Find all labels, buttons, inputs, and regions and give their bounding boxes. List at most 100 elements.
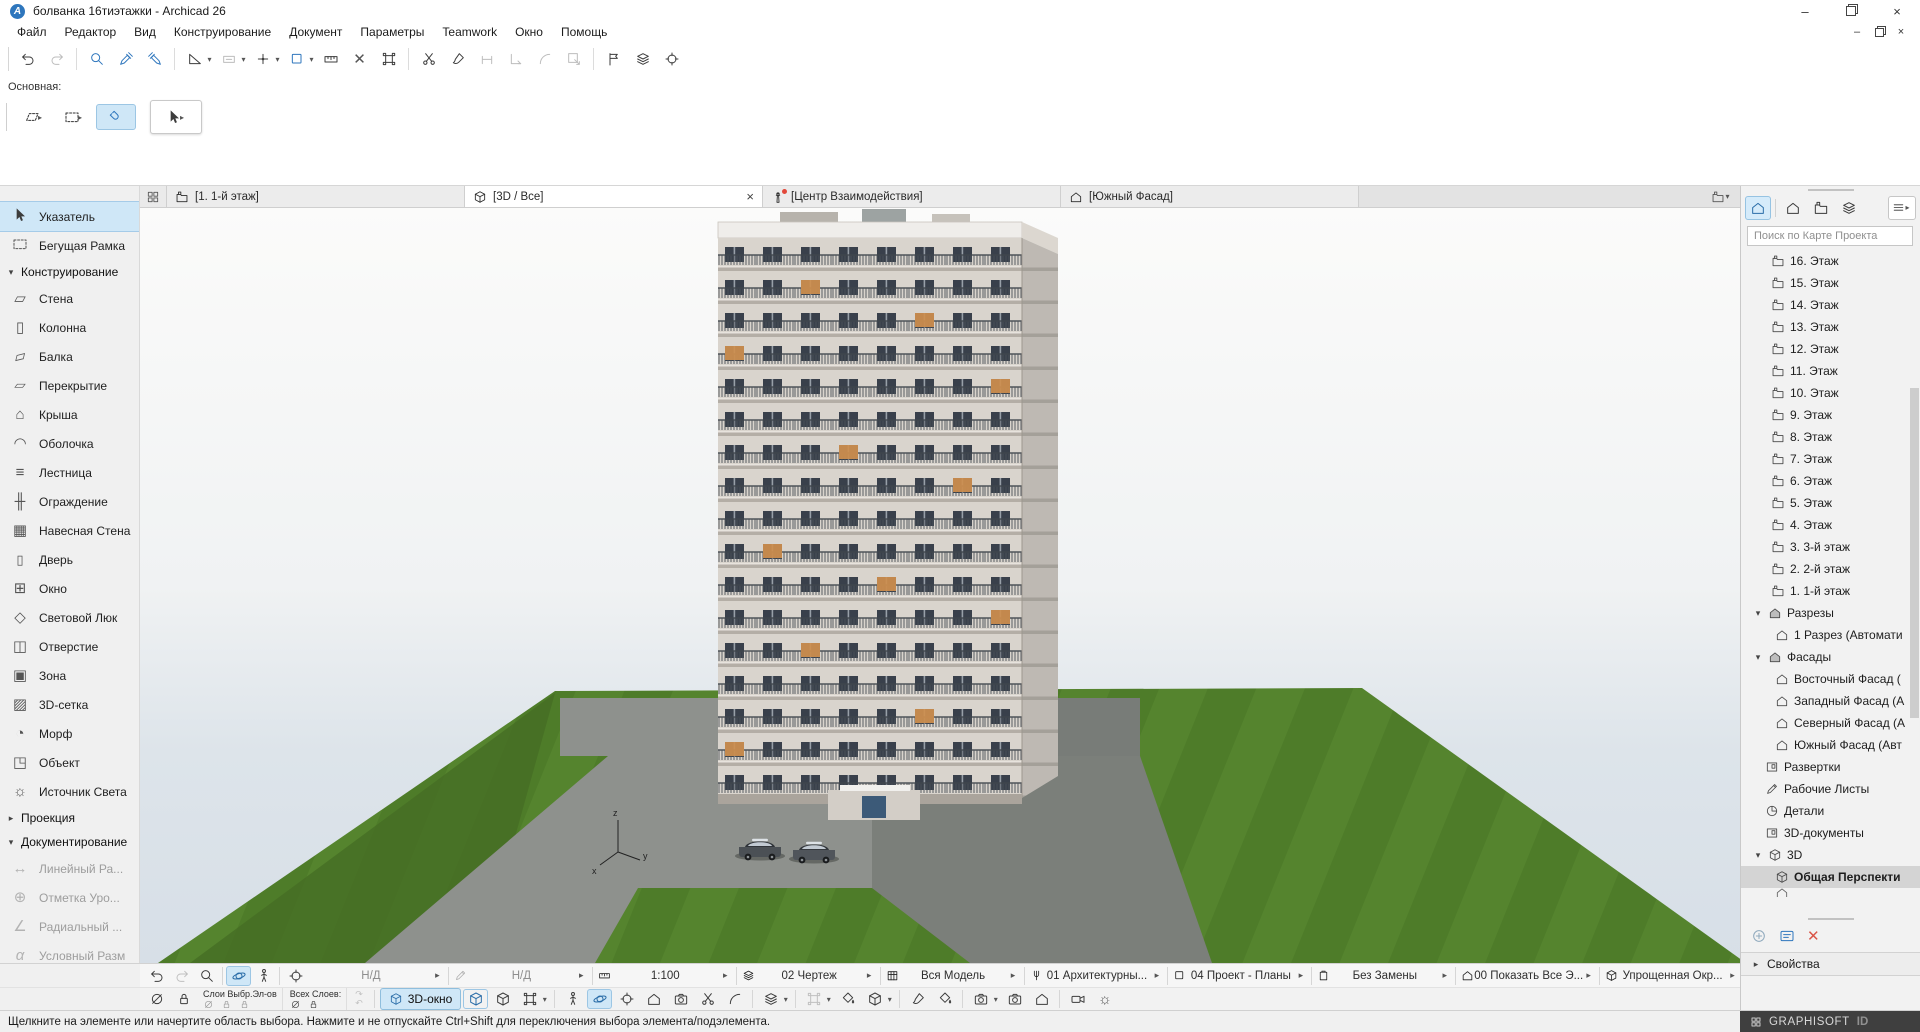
quick-option-zoom[interactable]: Н/Д▸ [308, 964, 445, 987]
menu-view[interactable]: Вид [125, 23, 165, 41]
minimize-button[interactable]: – [1782, 0, 1828, 22]
tool-marquee[interactable]: Бегущая Рамка [0, 231, 139, 260]
tool-wall[interactable]: ▱Стена [0, 284, 139, 313]
zoom-back-button[interactable] [144, 966, 169, 986]
visibility-toggle-button[interactable] [144, 989, 169, 1009]
tool-radial-dimension[interactable]: ∠Радиальный ... [0, 912, 139, 941]
tool-stair[interactable]: ≡Лестница [0, 458, 139, 487]
tool-railing[interactable]: ╫Ограждение [0, 487, 139, 516]
properties-section-header[interactable]: ▸ Свойства [1741, 952, 1920, 976]
3d-viewport[interactable]: z y x [140, 208, 1740, 963]
story-item-15[interactable]: 15. Этаж [1741, 272, 1920, 294]
pick-up-parameters-button[interactable] [111, 45, 140, 73]
virtual-trace-button[interactable] [758, 989, 783, 1009]
fillet-button[interactable] [472, 45, 501, 73]
navigator-scrollbar[interactable] [1910, 388, 1919, 718]
coordinates-dropdown[interactable]: ▾ [239, 55, 248, 64]
toolbox-section-design[interactable]: ▾Конструирование [0, 260, 139, 284]
tool-zone[interactable]: ▣Зона [0, 661, 139, 690]
split-button[interactable] [414, 45, 443, 73]
story-item-6[interactable]: 6. Этаж [1741, 470, 1920, 492]
tool-door[interactable]: ▯Дверь [0, 545, 139, 574]
story-item-13[interactable]: 13. Этаж [1741, 316, 1920, 338]
elevation-item-west[interactable]: Западный Фасад (А [1741, 690, 1920, 712]
arc-button[interactable] [530, 45, 559, 73]
3d-group[interactable]: ▾3D [1741, 844, 1920, 866]
tool-slab[interactable]: ▱Перекрытие [0, 371, 139, 400]
render-settings-button[interactable] [1002, 989, 1027, 1009]
snap-points-dropdown[interactable]: ▾ [273, 55, 282, 64]
section-item[interactable]: 1 Разрез (Автомати [1741, 624, 1920, 646]
tool-linear-dimension[interactable]: ↔Линейный Ра... [0, 854, 139, 883]
frame-home-button[interactable] [641, 989, 666, 1009]
gravity-magnet-button[interactable] [96, 104, 136, 130]
quick-option-partial-structure[interactable]: Вся Модель▸ [884, 964, 1021, 987]
3d-documents-group[interactable]: 3D-документы [1741, 822, 1920, 844]
mirror-view-button[interactable] [722, 989, 747, 1009]
elevation-item-north[interactable]: Северный Фасад (А [1741, 712, 1920, 734]
fit-in-window-button[interactable] [283, 966, 308, 986]
elevation-item-south[interactable]: Южный Фасад (Авт [1741, 734, 1920, 756]
photo-render-dropdown[interactable]: ▾ [991, 995, 1000, 1004]
photo-render-button[interactable] [968, 989, 993, 1009]
project-map-button[interactable] [1745, 196, 1771, 220]
tab-floor-plan[interactable]: [1. 1-й этаж] [167, 186, 465, 207]
elevations-group[interactable]: ▾Фасады [1741, 646, 1920, 668]
tool-level-dimension[interactable]: ⊕Отметка Уро... [0, 883, 139, 912]
explore-walk-button[interactable] [251, 966, 276, 986]
quick-option-pen-set[interactable]: 01 Архитектурны...▸ [1028, 964, 1165, 987]
tool-arrow[interactable]: Указатель [0, 202, 139, 231]
details-group[interactable]: Детали [1741, 800, 1920, 822]
story-item-11[interactable]: 11. Этаж [1741, 360, 1920, 382]
guide-lines-dropdown[interactable]: ▾ [205, 55, 214, 64]
story-item-10[interactable]: 10. Этаж [1741, 382, 1920, 404]
measure-button[interactable] [316, 45, 345, 73]
snap-guides-dropdown[interactable]: ▾ [307, 55, 316, 64]
toolbox-section-views[interactable]: ▸Проекция [0, 806, 139, 830]
menu-options[interactable]: Параметры [351, 23, 433, 41]
menu-document[interactable]: Документ [280, 23, 351, 41]
redo-button[interactable] [42, 45, 71, 73]
quick-option-overrides[interactable]: Без Замены▸ [1315, 964, 1452, 987]
axonometry-view-button[interactable] [490, 989, 515, 1009]
view-orientation-button[interactable] [517, 989, 542, 1009]
clipped-item[interactable] [1741, 888, 1920, 897]
arrow-tool-dropdown[interactable]: ▸ [178, 113, 187, 122]
view-orientation-dropdown[interactable]: ▾ [540, 995, 549, 1004]
paint-surface-button[interactable] [932, 989, 957, 1009]
menu-help[interactable]: Помощь [552, 23, 616, 41]
tab-overview-button[interactable] [140, 186, 167, 207]
story-item-12[interactable]: 12. Этаж [1741, 338, 1920, 360]
layer-undo-icon[interactable]: ↶ [355, 999, 363, 1008]
story-item-14[interactable]: 14. Этаж [1741, 294, 1920, 316]
quick-option-orientation[interactable]: Н/Д▸ [452, 964, 589, 987]
adjust-button[interactable] [443, 45, 472, 73]
story-item-4[interactable]: 4. Этаж [1741, 514, 1920, 536]
zoom-in-button[interactable] [194, 966, 219, 986]
styles-brush-button[interactable] [905, 989, 930, 1009]
hide-layer-icon[interactable] [203, 999, 214, 1010]
intersect-button[interactable] [501, 45, 530, 73]
tool-mesh[interactable]: ▨3D-сетка [0, 690, 139, 719]
scene-photo-button[interactable] [1029, 989, 1054, 1009]
camera-position-button[interactable] [668, 989, 693, 1009]
story-item-3[interactable]: 3. 3-й этаж [1741, 536, 1920, 558]
sections-group[interactable]: ▾Разрезы [1741, 602, 1920, 624]
graphisoft-id-badge[interactable]: GRAPHISOFT ID [1740, 1011, 1920, 1032]
close-button[interactable]: × [1874, 0, 1920, 22]
orbit-button[interactable] [226, 966, 251, 986]
flythrough-button[interactable] [1065, 989, 1090, 1009]
marquee-poly-dropdown[interactable]: ▸ [36, 113, 45, 122]
menu-teamwork[interactable]: Teamwork [433, 23, 506, 41]
project-map-search-input[interactable] [1747, 226, 1913, 246]
layout-book-button[interactable] [1808, 196, 1834, 220]
add-view-icon[interactable] [1751, 928, 1767, 944]
quick-option-environment[interactable]: Упрощенная Окр...▸ [1603, 964, 1740, 987]
capture-button[interactable] [657, 45, 686, 73]
3d-window-button[interactable]: 3D-окно [380, 988, 462, 1010]
worksheets-group[interactable]: Развертки [1741, 756, 1920, 778]
publisher-button[interactable] [1836, 196, 1862, 220]
unlock-all-layers-icon[interactable] [308, 999, 319, 1010]
story-item-1[interactable]: 1. 1-й этаж [1741, 580, 1920, 602]
filter-elements-button[interactable] [835, 989, 860, 1009]
